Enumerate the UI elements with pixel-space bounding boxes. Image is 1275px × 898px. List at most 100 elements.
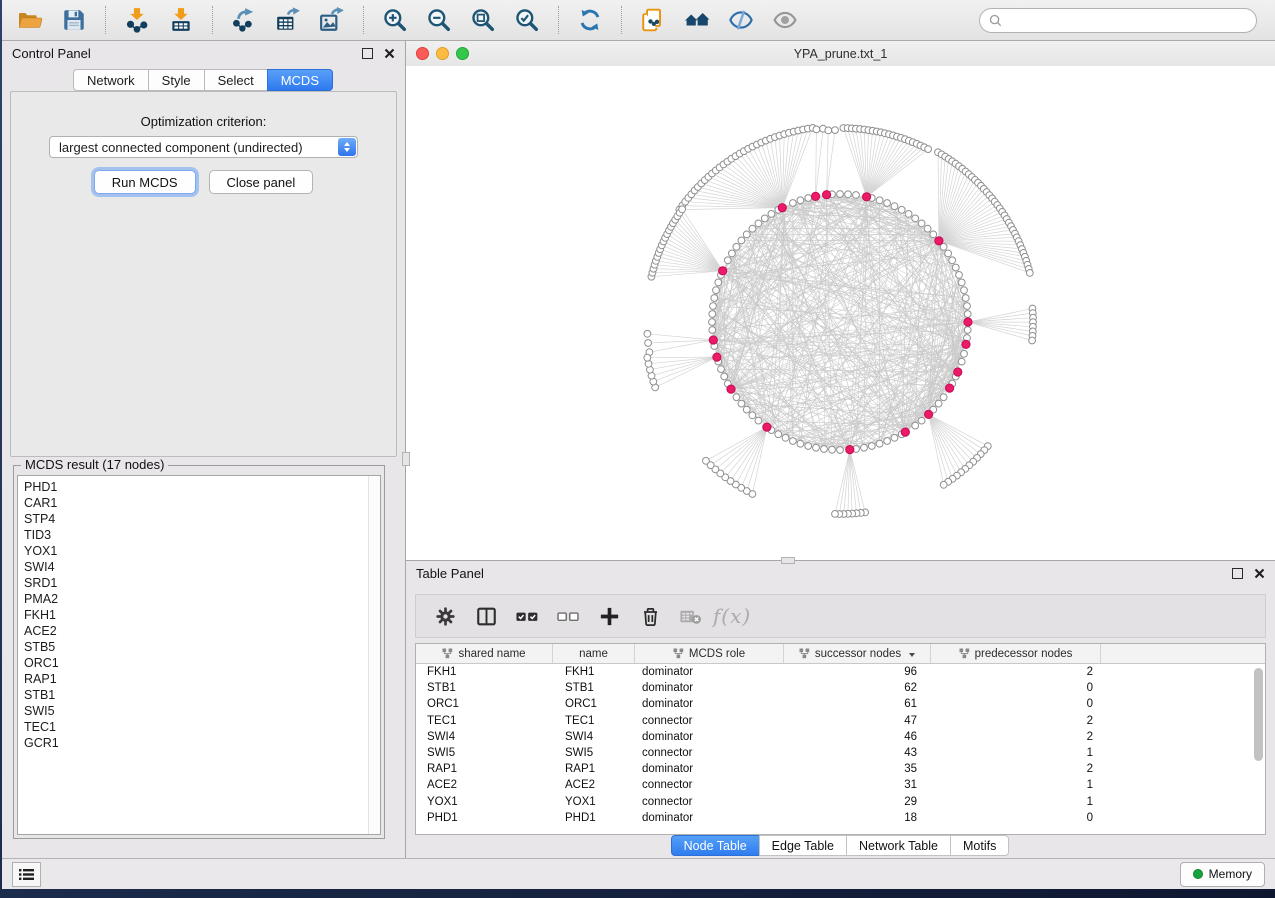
- mcds-result-item[interactable]: SRD1: [24, 575, 380, 591]
- mcds-list-scrollbar[interactable]: [368, 476, 380, 834]
- table-cell: dominator: [635, 698, 784, 710]
- mcds-result-item[interactable]: STB1: [24, 687, 380, 703]
- mcds-tab-content: Optimization criterion: largest connecte…: [10, 91, 397, 457]
- zoom-selected-button[interactable]: [507, 4, 547, 37]
- table-cell: PHD1: [416, 812, 553, 824]
- mcds-result-item[interactable]: CAR1: [24, 495, 380, 511]
- network-canvas[interactable]: [406, 66, 1275, 560]
- mcds-result-item[interactable]: STB5: [24, 639, 380, 655]
- mcds-result-item[interactable]: SWI4: [24, 559, 380, 575]
- table-row[interactable]: PHD1PHD1dominator180: [416, 810, 1265, 826]
- mcds-result-item[interactable]: TEC1: [24, 719, 380, 735]
- mcds-result-item[interactable]: STP4: [24, 511, 380, 527]
- table-row[interactable]: RAP1RAP1dominator352: [416, 761, 1265, 777]
- open-file-button[interactable]: [10, 4, 50, 37]
- import-network-button[interactable]: [117, 4, 157, 37]
- mcds-result-item[interactable]: GCR1: [24, 735, 380, 751]
- tab-select[interactable]: Select: [204, 69, 268, 91]
- tab-style[interactable]: Style: [148, 69, 205, 91]
- gear-button[interactable]: [429, 600, 461, 632]
- table-row[interactable]: YOX1YOX1connector291: [416, 794, 1265, 810]
- list-icon: [19, 868, 34, 881]
- zoom-out-button[interactable]: [419, 4, 459, 37]
- window-minimize-light[interactable]: [436, 47, 449, 60]
- close-table-panel-icon[interactable]: [1254, 568, 1265, 579]
- delete-icon: [639, 605, 662, 628]
- hide-panel-button[interactable]: [721, 4, 761, 37]
- mcds-result-item[interactable]: ORC1: [24, 655, 380, 671]
- table-row[interactable]: ACE2ACE2connector311: [416, 777, 1265, 793]
- tab-node-table[interactable]: Node Table: [671, 835, 760, 856]
- network-graph[interactable]: [406, 66, 1275, 560]
- mcds-result-item[interactable]: ACE2: [24, 623, 380, 639]
- table-cell: ACE2: [553, 779, 635, 791]
- deselect-all-button[interactable]: [552, 600, 584, 632]
- mcds-result-item[interactable]: RAP1: [24, 671, 380, 687]
- table-row[interactable]: SWI5SWI5connector431: [416, 745, 1265, 761]
- tab-mcds[interactable]: MCDS: [267, 69, 333, 91]
- select-all-button[interactable]: [511, 600, 543, 632]
- table-cell: RAP1: [553, 763, 635, 775]
- delete-button[interactable]: [634, 600, 666, 632]
- mcds-result-item[interactable]: YOX1: [24, 543, 380, 559]
- table-row[interactable]: STB1STB1dominator620: [416, 680, 1265, 696]
- export-network-button[interactable]: [224, 4, 264, 37]
- function-builder-button: f(x): [716, 600, 748, 632]
- export-table-button[interactable]: [268, 4, 308, 37]
- table-cell: 1: [931, 779, 1101, 791]
- table-row[interactable]: ORC1ORC1dominator610: [416, 696, 1265, 712]
- column-header-mcds-role[interactable]: MCDS role: [635, 644, 784, 663]
- window-close-light[interactable]: [416, 47, 429, 60]
- close-panel-button[interactable]: Close panel: [209, 170, 314, 194]
- mcds-result-item[interactable]: TID3: [24, 527, 380, 543]
- column-header-name[interactable]: name: [553, 644, 635, 663]
- clone-network-button[interactable]: [633, 4, 673, 37]
- zoom-out-icon: [426, 7, 452, 33]
- memory-button[interactable]: Memory: [1180, 862, 1265, 887]
- zoom-fit-button[interactable]: [463, 4, 503, 37]
- window-zoom-light[interactable]: [456, 47, 469, 60]
- float-panel-icon[interactable]: [362, 48, 373, 59]
- tab-edge-table[interactable]: Edge Table: [759, 835, 847, 856]
- table-cell: 29: [784, 796, 931, 808]
- columns-button[interactable]: [470, 600, 502, 632]
- search-box: [979, 8, 1257, 33]
- save-session-button[interactable]: [54, 4, 94, 37]
- column-header-successor-nodes[interactable]: successor nodes: [784, 644, 931, 663]
- optimization-criterion-select[interactable]: largest connected component (undirected): [49, 136, 358, 158]
- tab-motifs[interactable]: Motifs: [950, 835, 1009, 856]
- run-mcds-button[interactable]: Run MCDS: [94, 170, 196, 194]
- tab-network[interactable]: Network: [73, 69, 149, 91]
- table-scrollbar[interactable]: [1254, 668, 1263, 761]
- tab-network-table[interactable]: Network Table: [846, 835, 951, 856]
- horizontal-splitter-handle[interactable]: [781, 557, 795, 564]
- export-image-button[interactable]: [312, 4, 352, 37]
- mcds-result-item[interactable]: PMA2: [24, 591, 380, 607]
- add-icon: [598, 605, 621, 628]
- network-overview-button[interactable]: [677, 4, 717, 37]
- columns-icon: [475, 605, 498, 628]
- table-row[interactable]: TEC1TEC1connector472: [416, 713, 1265, 729]
- mcds-result-item[interactable]: FKH1: [24, 607, 380, 623]
- import-table-button[interactable]: [161, 4, 201, 37]
- table-row[interactable]: FKH1FKH1dominator962: [416, 664, 1265, 680]
- clear-table-icon: [678, 605, 704, 628]
- refresh-layout-button[interactable]: [570, 4, 610, 37]
- zoom-in-button[interactable]: [375, 4, 415, 37]
- show-panels-button[interactable]: [12, 862, 41, 887]
- column-header-predecessor-nodes[interactable]: predecessor nodes: [931, 644, 1101, 663]
- mcds-result-item[interactable]: PHD1: [24, 479, 380, 495]
- table-cell: ORC1: [416, 698, 553, 710]
- hide-panel-icon: [728, 7, 754, 33]
- table-cell: 0: [931, 812, 1101, 824]
- export-image-icon: [319, 7, 345, 33]
- table-row[interactable]: SWI4SWI4dominator462: [416, 729, 1265, 745]
- vertical-splitter-handle[interactable]: [402, 452, 410, 466]
- mcds-result-item[interactable]: SWI5: [24, 703, 380, 719]
- column-header-shared-name[interactable]: shared name: [416, 644, 553, 663]
- search-input[interactable]: [1008, 13, 1247, 29]
- add-button[interactable]: [593, 600, 625, 632]
- show-hide-graphics-button[interactable]: [765, 4, 805, 37]
- close-panel-icon[interactable]: [384, 48, 395, 59]
- float-table-panel-icon[interactable]: [1232, 568, 1243, 579]
